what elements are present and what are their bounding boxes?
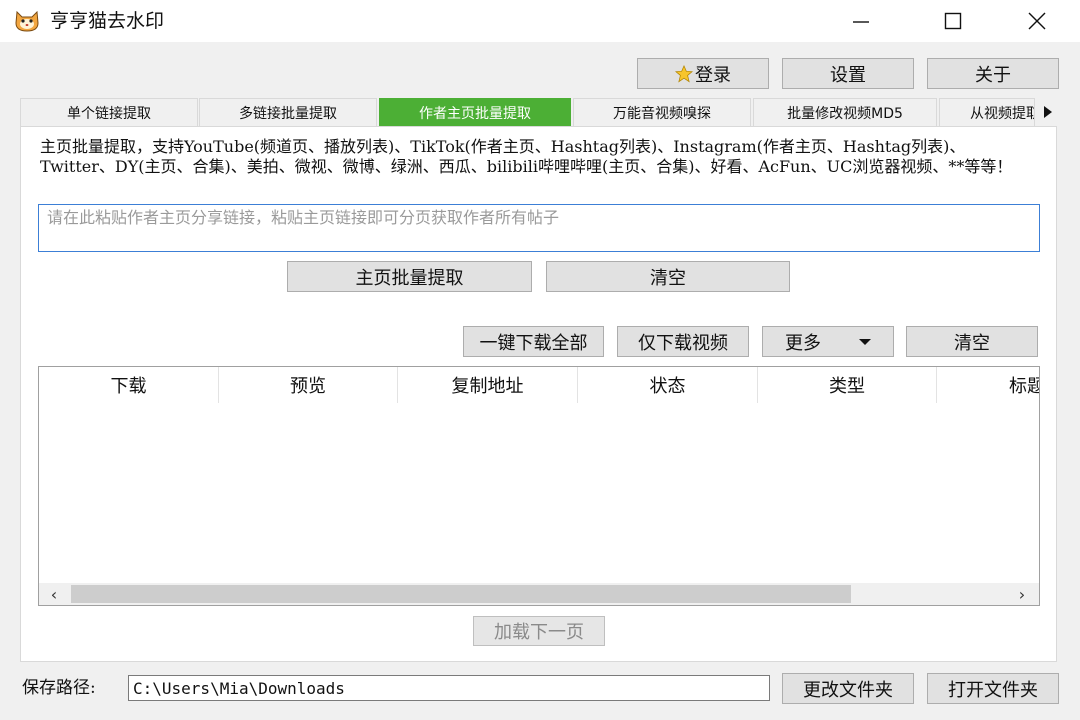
tab-sniffer[interactable]: 万能音视频嗅探 [573,98,751,126]
load-next-page-button[interactable]: 加载下一页 [473,616,605,646]
load-next-page-label: 加载下一页 [494,622,584,643]
homepage-extract-button[interactable]: 主页批量提取 [287,261,532,292]
change-folder-label: 更改文件夹 [803,679,893,701]
column-header-download[interactable]: 下载 [39,367,219,403]
save-path-input[interactable] [129,676,769,700]
minimize-button[interactable] [838,0,884,42]
clear-url-label: 清空 [650,267,686,289]
column-header-title[interactable]: 标题 [937,367,1039,403]
url-input-box[interactable] [38,204,1040,252]
download-video-only-button[interactable]: 仅下载视频 [617,326,749,357]
scroll-left-icon: ‹ [50,584,58,604]
open-folder-button[interactable]: 打开文件夹 [927,673,1059,704]
dropdown-arrow-icon [859,338,871,345]
scrollbar-thumb[interactable] [71,585,851,603]
maximize-icon [944,12,962,30]
tab-label: 单个链接提取 [67,105,151,122]
about-label: 关于 [975,64,1011,86]
star-icon [675,64,693,82]
column-header-status[interactable]: 状态 [578,367,758,403]
column-header-label: 类型 [829,376,865,397]
change-folder-button[interactable]: 更改文件夹 [782,673,914,704]
column-header-type[interactable]: 类型 [758,367,937,403]
tab-label: 多链接批量提取 [239,105,337,122]
cat-logo-icon [15,10,39,32]
scroll-right-icon: › [1018,584,1026,604]
more-label: 更多 [785,332,821,354]
column-header-label: 状态 [649,376,686,397]
minimize-icon [853,21,869,23]
save-path-label: 保存路径: [22,678,96,698]
url-input[interactable] [39,205,1039,251]
tab-label: 批量修改视频MD5 [787,105,903,122]
login-button[interactable]: 登录 [637,58,769,89]
open-folder-label: 打开文件夹 [948,679,1038,701]
column-header-label: 下载 [110,376,147,397]
tab-scroll-right-button[interactable] [1036,98,1060,126]
window-title: 亨亨猫去水印 [50,10,165,32]
download-all-label: 一键下载全部 [479,332,588,354]
about-button[interactable]: 关于 [927,58,1059,89]
column-header-label: 复制地址 [451,376,524,397]
column-header-preview[interactable]: 预览 [219,367,398,403]
tab-single-link[interactable]: 单个链接提取 [20,98,198,126]
close-button[interactable] [1014,0,1060,42]
column-header-label: 预览 [290,376,326,397]
tab-multi-link[interactable]: 多链接批量提取 [199,98,377,126]
close-icon [1028,12,1046,30]
save-path-box[interactable] [128,675,770,701]
horizontal-scrollbar[interactable]: ‹ › [39,583,1039,605]
tab-extract-audio[interactable]: 从视频提取音 [939,98,1035,126]
column-header-copy-url[interactable]: 复制地址 [398,367,578,403]
clear-url-button[interactable]: 清空 [546,261,790,292]
more-dropdown-button[interactable]: 更多 [762,326,894,357]
download-video-only-label: 仅下载视频 [638,332,728,354]
homepage-extract-label: 主页批量提取 [355,267,464,289]
maximize-button[interactable] [930,0,976,42]
tab-label: 作者主页批量提取 [419,105,531,122]
login-label: 登录 [695,64,731,86]
scroll-left-button[interactable]: ‹ [39,583,69,605]
tab-label: 从视频提取音 [970,105,1034,122]
tab-author-homepage[interactable]: 作者主页批量提取 [379,98,571,126]
results-grid[interactable]: 下载 预览 复制地址 状态 类型 标题 ‹ › [38,366,1040,606]
column-header-label: 标题 [1009,376,1039,397]
settings-label: 设置 [830,64,866,86]
tab-label: 万能音视频嗅探 [613,105,711,122]
clear-list-label: 清空 [954,332,990,354]
title-bar: 亨亨猫去水印 [0,0,1080,42]
tab-scroll-right-icon [1044,106,1052,118]
settings-button[interactable]: 设置 [782,58,914,89]
scroll-right-button[interactable]: › [1007,583,1037,605]
clear-list-button[interactable]: 清空 [906,326,1038,357]
feature-description: 主页批量提取，支持YouTube(频道页、播放列表)、TikTok(作者主页、H… [40,137,1013,176]
tab-modify-md5[interactable]: 批量修改视频MD5 [753,98,937,126]
download-all-button[interactable]: 一键下载全部 [463,326,604,357]
